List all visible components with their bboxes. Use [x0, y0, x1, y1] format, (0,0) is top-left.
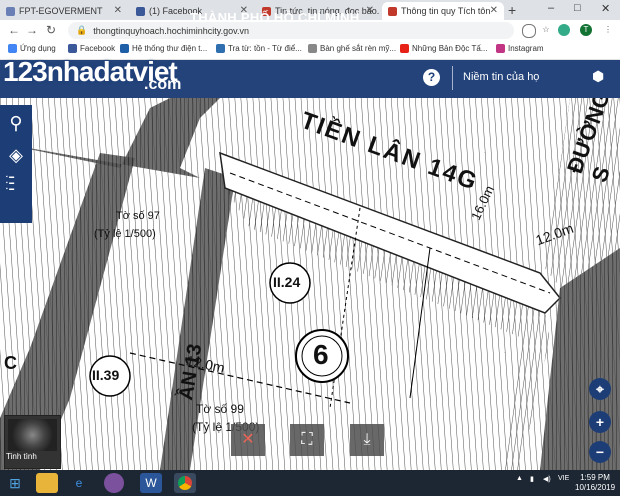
zone-label: II.39: [92, 367, 120, 383]
bookmark-label: Instagram: [508, 44, 544, 53]
android-icon[interactable]: ⬢: [592, 68, 604, 85]
layers-icon[interactable]: ◈: [0, 139, 32, 171]
search-icon[interactable]: ⚲: [0, 107, 32, 139]
trust-link[interactable]: Niềm tin của họ: [463, 71, 539, 83]
close-window-button[interactable]: ✕: [601, 2, 610, 15]
site-icon: [388, 6, 397, 16]
bookmark-facebook[interactable]: Facebook: [68, 44, 115, 53]
maximize-button[interactable]: □: [574, 2, 581, 14]
sheet-scale: (Tỷ lệ 1/500): [94, 228, 156, 240]
bookmark-label: Bàn ghế sắt rèn mỹ...: [320, 44, 397, 53]
page-icon: [308, 44, 317, 53]
location-icon[interactable]: [522, 24, 536, 38]
word-icon[interactable]: W: [140, 473, 162, 493]
tab-planning-info[interactable]: Thông tin quy Tích tôn ✕: [382, 2, 504, 20]
clock-date: 10/16/2019: [575, 483, 616, 492]
system-clock[interactable]: 1:59 PM 10/16/2019: [575, 473, 615, 493]
tab-fpt-egovernment[interactable]: FPT-EGOVERMENT ✕: [0, 2, 128, 20]
instagram-icon: [496, 44, 505, 53]
clock-time: 1:59 PM: [580, 473, 610, 482]
bookmark-dictionary[interactable]: Tra từ: tồn - Từ điể...: [216, 44, 302, 53]
youtube-icon: [400, 44, 409, 53]
help-button[interactable]: ?: [423, 69, 440, 86]
bookmark-label: Ứng dụng: [20, 44, 56, 53]
tab-title: FPT-EGOVERMENT: [19, 6, 103, 16]
close-tab-icon[interactable]: ✕: [490, 5, 498, 16]
profile-avatar[interactable]: T: [580, 24, 592, 36]
legend-mini[interactable]: ▪ ▬ ▪ ▬ ▪ ▬: [6, 174, 14, 192]
tab-title: Thông tin quy Tích tôn: [401, 6, 491, 16]
new-tab-button[interactable]: +: [508, 2, 516, 18]
apps-icon: [8, 44, 17, 53]
menu-icon[interactable]: ⋮: [602, 24, 614, 36]
left-control-panel: ⚲ ◈: [0, 105, 32, 223]
download-button[interactable]: ⤓: [350, 424, 384, 456]
bookmark-label: Hệ thống thư điện t...: [132, 44, 208, 53]
tray-arrow-icon[interactable]: ▲: [516, 475, 523, 482]
facebook-icon: [136, 6, 145, 16]
bookmark-mail[interactable]: Hệ thống thư điện t...: [120, 44, 207, 53]
facebook-icon: [68, 44, 77, 53]
map-side-letter: C: [4, 353, 17, 373]
zoom-in-button[interactable]: +: [589, 411, 611, 433]
dictionary-icon: [216, 44, 225, 53]
bookmark-label: Facebook: [80, 44, 116, 53]
bookmark-furniture[interactable]: Bàn ghế sắt rèn mỹ...: [308, 44, 396, 53]
windows-taskbar: ⊞ e W ▲ ▮ ◀) VIE 1:59 PM 10/16/2019: [0, 470, 620, 496]
bookmark-instagram[interactable]: Instagram: [496, 44, 544, 53]
planning-map[interactable]: TIỀN LÂN 14G ĐƯỜNG S ẦN 13 16.0m 12.0m 1…: [0, 98, 620, 470]
lock-icon: 🔒: [76, 25, 88, 35]
locate-button[interactable]: ⌖: [589, 378, 611, 400]
bookmark-label: Tra từ: tồn - Từ điể...: [228, 44, 302, 53]
minimize-button[interactable]: –: [548, 2, 554, 14]
url-text: thongtinquyhoach.hochiminhcity.gov.vn: [93, 25, 249, 36]
sheet-label: Tờ số 99: [196, 402, 244, 416]
file-explorer-icon[interactable]: [36, 473, 58, 493]
sheet-label: Tờ số 97: [116, 210, 160, 222]
basemap-label: Tinh tình: [6, 452, 37, 461]
chrome-logo: [178, 476, 192, 490]
zone-label: II.24: [273, 274, 301, 290]
extension-icon[interactable]: [558, 24, 570, 36]
bookmark-apps[interactable]: Ứng dụng: [8, 44, 56, 53]
mail-icon: [120, 44, 129, 53]
plot-number: 6: [313, 339, 329, 370]
forward-button[interactable]: →: [26, 23, 38, 37]
reload-button[interactable]: ↻: [46, 23, 56, 37]
bookmark-label: Những Bản Độc Tấ...: [412, 44, 488, 53]
close-tab-icon[interactable]: ✕: [114, 5, 122, 16]
favicon-icon: [6, 6, 15, 16]
volume-icon[interactable]: ◀): [543, 475, 551, 483]
page-title: THÀNH PHỐ HỒ CHÍ MINH: [190, 10, 360, 25]
viber-icon[interactable]: [104, 473, 124, 493]
bookmark-youtube[interactable]: Những Bản Độc Tấ...: [400, 44, 487, 53]
site-logo-suffix: .com: [144, 76, 182, 93]
map-canvas: [0, 98, 620, 470]
basemap-thumbnail: [8, 419, 57, 451]
chrome-icon[interactable]: [174, 473, 196, 493]
back-button[interactable]: ←: [8, 23, 20, 37]
start-button[interactable]: ⊞: [4, 473, 26, 493]
header-divider: [452, 66, 453, 90]
clear-tool-button[interactable]: ✕: [231, 424, 265, 456]
close-tab-icon[interactable]: ✕: [366, 5, 374, 16]
internet-explorer-icon[interactable]: e: [68, 473, 90, 493]
language-indicator[interactable]: VIE: [558, 475, 569, 482]
fullscreen-button[interactable]: ⛶: [290, 424, 324, 456]
network-icon[interactable]: ▮: [530, 475, 534, 483]
zoom-out-button[interactable]: −: [589, 441, 611, 463]
bookmark-star-icon[interactable]: ☆: [540, 24, 552, 36]
